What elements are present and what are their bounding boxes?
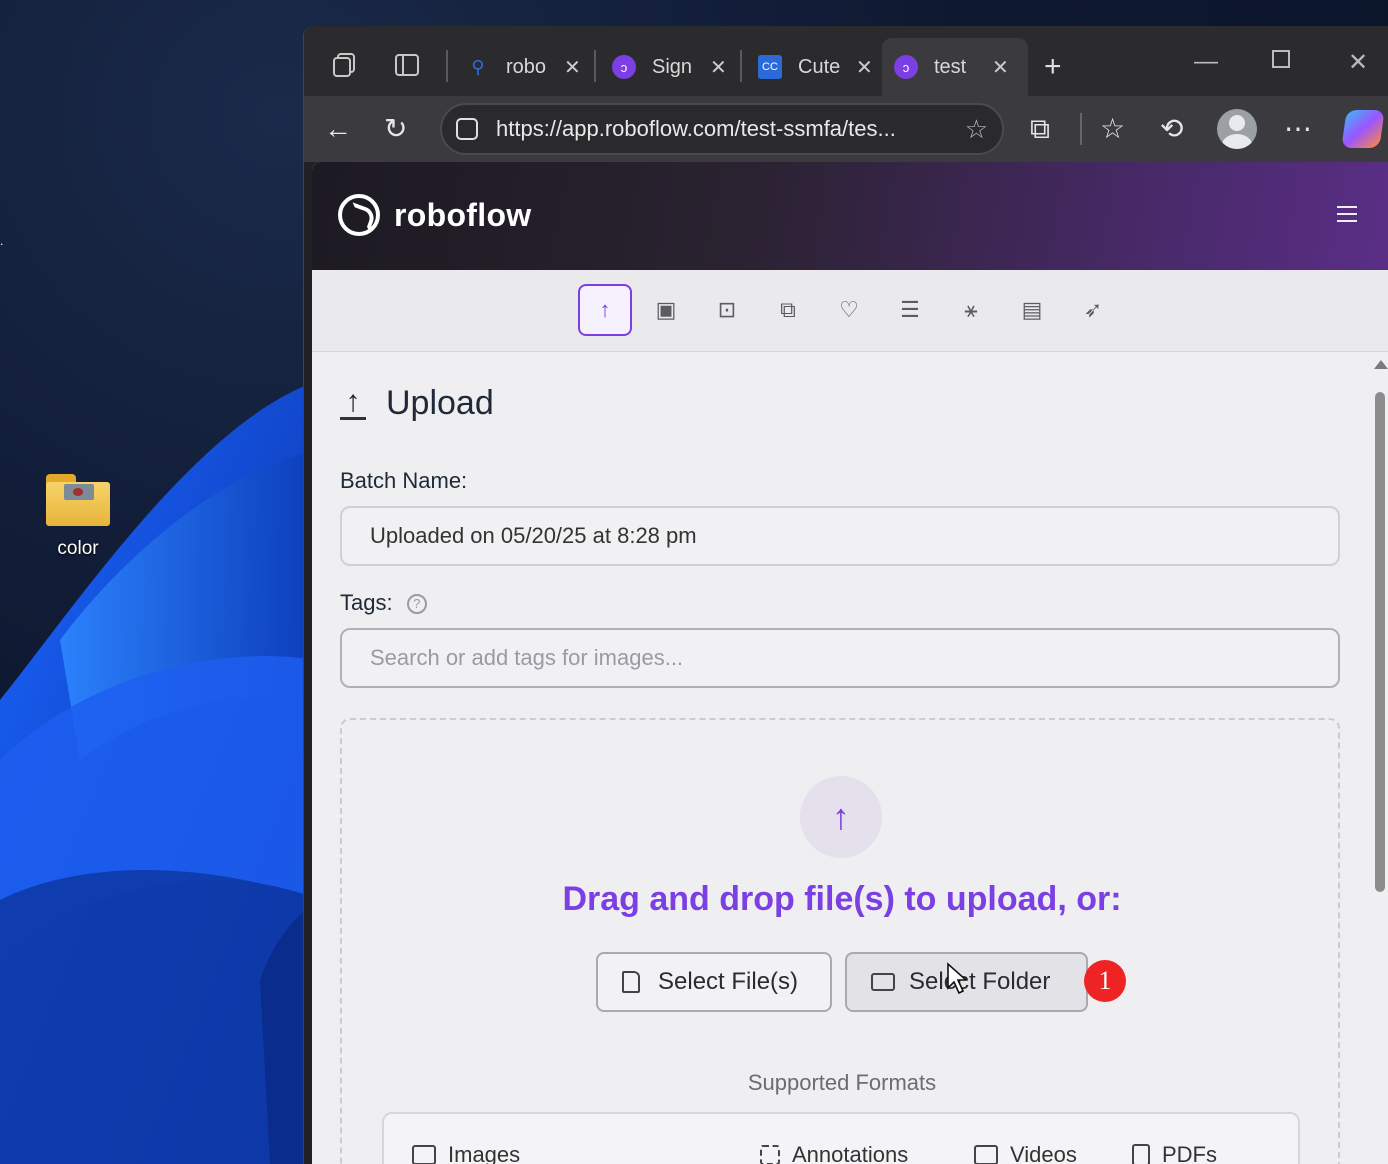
format-images: Images [412,1142,520,1164]
graph-icon[interactable]: ⚹ [944,284,998,336]
tags-label-text: Tags: [340,590,393,615]
app-header: roboflow [312,162,1388,270]
maximize-icon[interactable] [1272,50,1290,68]
brand-name: roboflow [394,196,532,233]
cc-icon: CC [758,55,782,79]
scroll-thumb[interactable] [1375,392,1385,892]
roboflow-mark-icon [338,194,380,236]
select-folder-label: Select Folder [909,968,1051,995]
tab-actions-icon[interactable] [392,50,422,80]
tags-input[interactable]: Search or add tags for images... [340,628,1340,688]
more-icon[interactable]: ⋯ [1284,112,1312,146]
images-icon[interactable]: ⊡ [700,284,754,336]
back-icon[interactable]: ← [324,112,352,146]
select-files-button[interactable]: Select File(s) [596,952,832,1012]
select-files-label: Select File(s) [658,968,799,995]
video-icon [974,1145,998,1164]
supported-formats-list: Images Annotations Videos PDFs [382,1112,1300,1164]
tab-title: Cute [798,55,841,78]
minimize-icon[interactable]: — [1194,48,1218,76]
wallpaper-bloom [0,380,320,1164]
desktop-folder-color[interactable]: color [36,470,120,560]
upload-panel: ↑ Upload Batch Name: Uploaded on 05/20/2… [312,352,1372,1164]
close-icon[interactable]: ✕ [856,55,873,80]
close-icon[interactable]: ✕ [564,55,581,80]
tab-sign[interactable]: ↄ Sign ✕ [600,38,739,96]
drag-drop-text: Drag and drop file(s) to upload, or: [562,880,1122,918]
nav-bar: ← ↻ https://app.roboflow.com/test-ssmfa/… [304,96,1388,162]
copilot-icon[interactable] [1341,110,1385,148]
classes-icon[interactable]: ☰ [883,284,937,336]
format-videos: Videos [974,1142,1077,1164]
roboflow-icon: ↄ [612,55,636,79]
folder-icon [871,973,895,991]
tab-cute[interactable]: CC Cute ✕ [746,38,885,96]
profile-avatar[interactable] [1217,109,1257,149]
roboflow-icon: ↄ [894,55,918,79]
format-pdfs: PDFs [1132,1142,1217,1164]
roboflow-page: roboflow ↑ ▣ ⊡ ⧉ ♡ ☰ ⚹ ▤ ➶ ↑ Upload Batc… [312,162,1388,1164]
image-icon [412,1145,436,1164]
close-icon[interactable]: ✕ [710,55,727,80]
close-icon[interactable]: ✕ [992,55,1009,80]
deploy-icon[interactable]: ➶ [1066,284,1120,336]
upload-arrow-icon: ↑ [340,387,366,420]
address-bar[interactable]: https://app.roboflow.com/test-ssmfa/tes.… [440,103,1004,155]
refresh-icon[interactable]: ↻ [384,112,407,146]
format-label: Annotations [792,1142,909,1164]
supported-formats-title: Supported Formats [747,1070,937,1095]
upload-arrow-icon: ↑ [800,776,882,858]
format-label: PDFs [1162,1142,1217,1164]
project-toolbar: ↑ ▣ ⊡ ⧉ ♡ ☰ ⚹ ▤ ➶ [312,270,1388,352]
annotation-icon [760,1145,780,1164]
help-icon[interactable]: ? [406,594,427,615]
favorites-icon[interactable]: ☆ [1100,112,1125,146]
scrollbar[interactable] [1373,354,1388,1164]
mouse-cursor-icon [947,962,968,995]
tab-title: test [934,55,967,78]
menu-icon[interactable] [1337,206,1357,222]
extensions-icon[interactable]: ⧉ [1030,112,1050,146]
analytics-icon[interactable]: ▤ [1005,284,1059,336]
upload-icon[interactable]: ↑ [578,284,632,336]
history-icon[interactable]: ⟲ [1160,112,1183,146]
favorite-star-icon[interactable]: ☆ [965,114,988,145]
scroll-up-icon[interactable] [1374,360,1388,369]
batch-name-label: Batch Name: [340,468,468,493]
tab-test[interactable]: ↄ test ✕ [882,38,1028,96]
page-title-text: Upload [386,384,494,422]
file-icon [622,971,640,993]
desktop-folder-label: color [57,538,99,559]
tab-title: Sign [652,55,693,78]
batch-name-input[interactable]: Uploaded on 05/20/25 at 8:28 pm [340,506,1340,566]
tab-bar: ⚲ robo ✕ ↄ Sign ✕ CC Cute ✕ ↄ test ✕ + —… [304,26,1388,96]
tab-title: robo [506,55,547,78]
pdf-icon [1132,1144,1150,1164]
search-icon: ⚲ [471,56,485,77]
roboflow-logo[interactable]: roboflow [338,194,531,236]
tab-robo[interactable]: ⚲ robo ✕ [454,38,593,96]
format-label: Videos [1010,1142,1077,1164]
folder-icon [42,470,114,528]
drop-zone[interactable]: ↑ Drag and drop file(s) to upload, or: S… [340,718,1340,1164]
browser-window: ⚲ robo ✕ ↄ Sign ✕ CC Cute ✕ ↄ test ✕ + —… [303,26,1388,1164]
health-icon[interactable]: ♡ [822,284,876,336]
format-annotations: Annotations [760,1142,908,1164]
page-title: ↑ Upload [340,384,494,423]
window-close-icon[interactable]: ✕ [1348,48,1368,77]
versions-icon[interactable]: ⧉ [761,284,815,336]
workspaces-icon[interactable] [330,50,360,80]
lock-icon[interactable] [456,118,478,140]
desktop-edge-text: . [0,234,4,248]
step-badge: 1 [1084,960,1126,1002]
tags-label: Tags: ? [340,590,427,616]
format-label: Images [448,1142,521,1164]
annotate-icon[interactable]: ▣ [639,284,693,336]
url-text: https://app.roboflow.com/test-ssmfa/tes.… [496,116,896,141]
new-tab-button[interactable]: + [1032,38,1074,96]
